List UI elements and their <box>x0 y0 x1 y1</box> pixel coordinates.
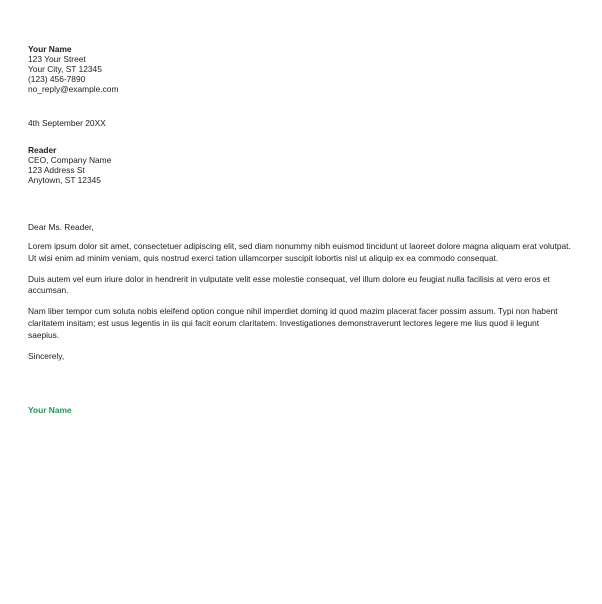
sender-name: Your Name <box>28 44 72 54</box>
recipient-title: CEO, Company Name <box>28 155 112 165</box>
recipient-street: 123 Address St <box>28 165 85 175</box>
recipient-name: Reader <box>28 145 57 155</box>
signature-name: Your Name <box>28 404 72 415</box>
letter-body: Your Name 123 Your Street Your City, ST … <box>28 44 571 415</box>
recipient-block: Reader CEO, Company Name 123 Address St … <box>28 145 571 185</box>
body-paragraph-2: Duis autem vel eum iriure dolor in hendr… <box>28 273 550 296</box>
sender-email: no_reply@example.com <box>28 84 119 94</box>
salutation: Dear Ms. Reader, <box>28 222 94 232</box>
letter-page: Your Name 123 Your Street Your City, ST … <box>0 0 602 604</box>
sender-city: Your City, ST 12345 <box>28 64 102 74</box>
sender-street: 123 Your Street <box>28 54 86 64</box>
body-paragraph-3: Nam liber tempor cum soluta nobis eleife… <box>28 306 558 340</box>
letter-date: 4th September 20XX <box>28 118 106 128</box>
body-paragraph-1: Lorem ipsum dolor sit amet, consectetuer… <box>28 241 571 263</box>
sender-block: Your Name 123 Your Street Your City, ST … <box>28 44 571 94</box>
sender-phone: (123) 456-7890 <box>28 74 86 84</box>
recipient-city: Anytown, ST 12345 <box>28 175 101 185</box>
closing: Sincerely, <box>28 350 65 361</box>
